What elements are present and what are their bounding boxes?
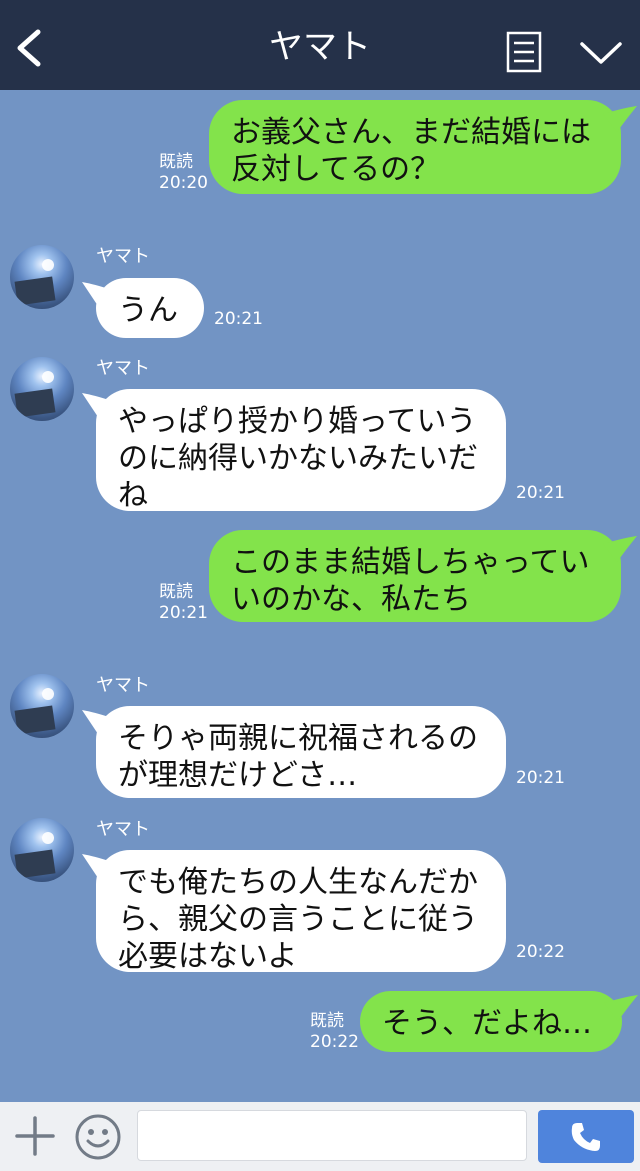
sender-name: ヤマト — [96, 819, 150, 840]
chat-header: ヤマト — [0, 0, 640, 90]
message-line: でも俺たちの人生なんだか — [118, 865, 478, 900]
avatar[interactable] — [10, 357, 74, 421]
message-line: ら、親父の言うことに従う — [118, 902, 478, 937]
bubble-tail — [82, 393, 112, 417]
chat-title: ヤマト — [269, 27, 371, 67]
message-time: 20:21 — [516, 768, 565, 788]
plus-icon[interactable] — [14, 1115, 56, 1157]
bubble-tail — [82, 710, 112, 734]
phone-icon — [571, 1123, 600, 1151]
read-label: 既読 — [159, 582, 193, 602]
call-button[interactable] — [538, 1110, 634, 1163]
sent-message-bubble[interactable]: お義父さん、まだ結婚には 反対してるの？ — [209, 100, 637, 194]
bubble-tail — [82, 282, 112, 306]
menu-list-icon[interactable] — [506, 31, 542, 73]
bubble-tail — [603, 536, 637, 562]
emoji-icon[interactable] — [74, 1113, 122, 1161]
message-line: が理想だけどさ… — [118, 758, 358, 793]
message-line: このまま結婚しちゃってい — [231, 545, 590, 580]
received-message-bubble[interactable]: やっぱり授かり婚っていう のに納得いかないみたいだ ね — [82, 389, 506, 513]
read-label: 既読 — [310, 1011, 344, 1031]
sent-message-bubble[interactable]: このまま結婚しちゃってい いのかな、私たち — [209, 530, 637, 622]
message-line: 反対してるの？ — [231, 152, 441, 187]
read-receipt: 既読 20:20 — [159, 152, 208, 194]
message-line: うん — [118, 293, 178, 328]
message-line: そりゃ両親に祝福されるの — [118, 721, 478, 756]
read-receipt: 既読 20:21 — [159, 582, 208, 624]
sender-name: ヤマト — [96, 358, 150, 379]
message-line: いのかな、私たち — [231, 582, 471, 617]
avatar[interactable] — [10, 674, 74, 738]
message-line: そう、だよね… — [382, 1006, 592, 1041]
message-line: やっぱり授かり婚っていう — [118, 404, 477, 439]
avatar[interactable] — [10, 245, 74, 309]
message-time: 20:20 — [159, 173, 208, 193]
read-label: 既読 — [159, 152, 193, 172]
sender-name: ヤマト — [96, 246, 150, 267]
read-receipt: 既読 20:22 — [310, 1011, 359, 1053]
composer-bar — [0, 1102, 640, 1171]
message-time: 20:22 — [516, 942, 565, 962]
bubble-tail — [604, 995, 638, 1021]
received-message-bubble[interactable]: でも俺たちの人生なんだか ら、親父の言うことに従う 必要はないよ — [82, 850, 506, 974]
sender-name: ヤマト — [96, 675, 150, 696]
message-time: 20:22 — [310, 1032, 359, 1052]
message-line: ね — [118, 478, 148, 513]
bubble-tail — [82, 854, 112, 878]
message-time: 20:21 — [214, 309, 263, 329]
avatar[interactable] — [10, 818, 74, 882]
message-input[interactable] — [137, 1110, 527, 1161]
message-line: お義父さん、まだ結婚には — [231, 115, 591, 150]
sent-message-bubble[interactable]: そう、だよね… — [360, 991, 638, 1052]
message-line: のに納得いかないみたいだ — [118, 441, 478, 476]
bubble-tail — [603, 106, 637, 132]
message-line: 必要はないよ — [118, 939, 298, 974]
received-message-bubble[interactable]: うん — [82, 278, 204, 338]
message-time: 20:21 — [159, 603, 208, 623]
received-message-bubble[interactable]: そりゃ両親に祝福されるの が理想だけどさ… — [82, 706, 506, 798]
message-time: 20:21 — [516, 483, 565, 503]
chevron-down-icon[interactable] — [578, 38, 624, 68]
